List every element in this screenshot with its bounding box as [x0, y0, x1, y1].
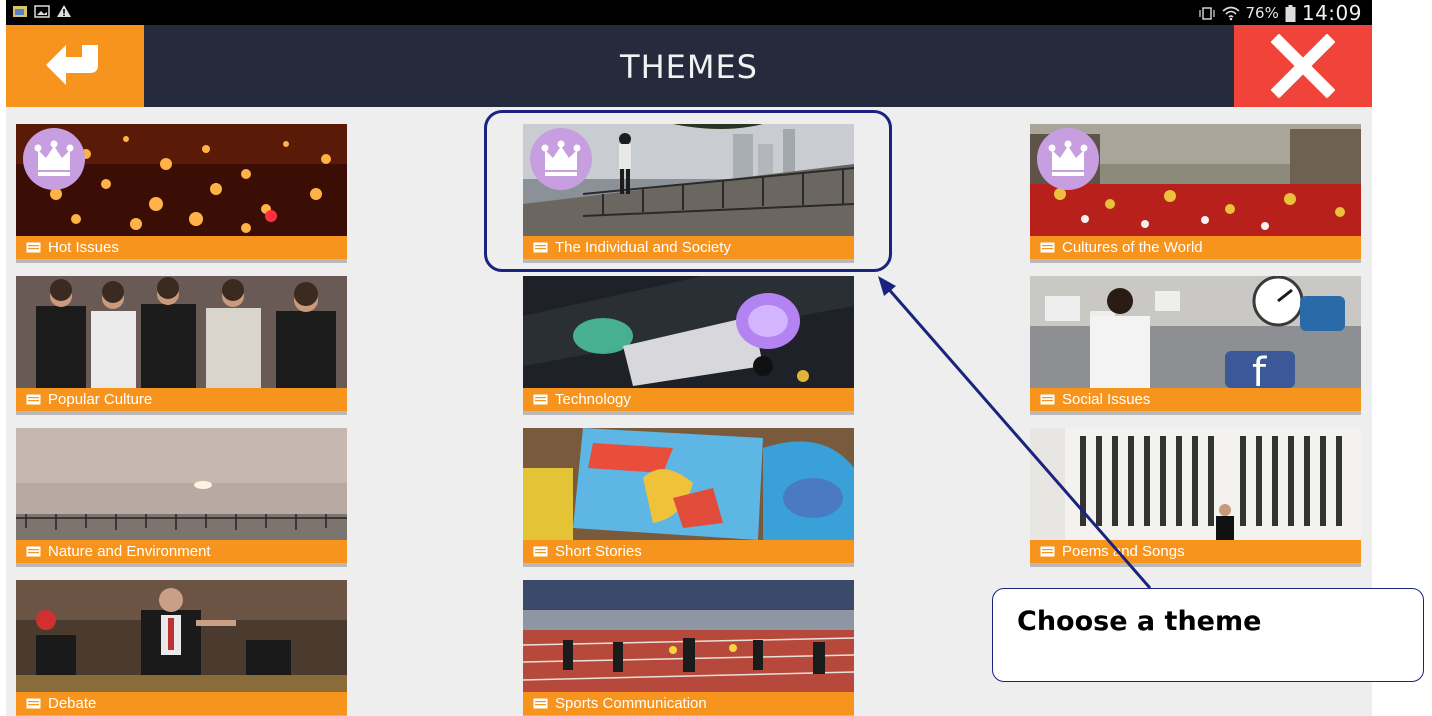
book-icon: [26, 242, 41, 253]
crown-icon: [23, 128, 85, 190]
theme-label-bar: Debate: [16, 692, 347, 715]
gallery-notification-icon: [13, 6, 27, 17]
theme-tile-short-stories[interactable]: Short Stories: [523, 428, 854, 567]
theme-tile-cultures-of-the-world[interactable]: Cultures of the World: [1030, 124, 1361, 263]
book-icon: [1040, 546, 1055, 557]
book-icon: [1040, 394, 1055, 405]
theme-tile-technology[interactable]: Technology: [523, 276, 854, 415]
theme-label-bar: Cultures of the World: [1030, 236, 1361, 259]
theme-tile-poems-and-songs[interactable]: Poems and Songs: [1030, 428, 1361, 567]
close-icon: [1271, 34, 1335, 98]
theme-image: f: [1030, 276, 1361, 388]
theme-label: Short Stories: [555, 543, 642, 560]
theme-label-bar: The Individual and Society: [523, 236, 854, 259]
book-icon: [26, 546, 41, 557]
tile-shadow: [1030, 411, 1361, 415]
tile-shadow: [523, 411, 854, 415]
status-bar: 76% 14:09: [6, 0, 1372, 25]
tile-shadow: [523, 259, 854, 263]
theme-label-bar: Sports Communication: [523, 692, 854, 715]
theme-label-bar: Social Issues: [1030, 388, 1361, 411]
book-icon: [533, 698, 548, 709]
tile-shadow: [1030, 259, 1361, 263]
theme-tile-popular-culture[interactable]: Popular Culture: [16, 276, 347, 415]
theme-image: [1030, 428, 1361, 540]
theme-tile-sports-communication[interactable]: Sports Communication: [523, 580, 854, 716]
theme-label: Debate: [48, 695, 97, 712]
tile-shadow: [1030, 563, 1361, 567]
theme-label: Popular Culture: [48, 391, 153, 408]
theme-label-bar: Popular Culture: [16, 388, 347, 411]
theme-label: Sports Communication: [555, 695, 707, 712]
battery-percent: 76%: [1245, 4, 1279, 22]
svg-text:f: f: [1252, 350, 1267, 388]
book-icon: [1040, 242, 1055, 253]
book-icon: [533, 242, 548, 253]
app-header: THEMES: [6, 25, 1372, 107]
theme-tile-social-issues[interactable]: f Social Issues: [1030, 276, 1361, 415]
theme-label: Technology: [555, 391, 631, 408]
theme-image: [16, 276, 347, 388]
theme-label-bar: Technology: [523, 388, 854, 411]
theme-label-bar: Hot Issues: [16, 236, 347, 259]
book-icon: [533, 394, 548, 405]
crown-icon: [530, 128, 592, 190]
theme-label: The Individual and Society: [555, 239, 731, 256]
crown-icon: [1037, 128, 1099, 190]
theme-image: [523, 580, 854, 692]
theme-label: Cultures of the World: [1062, 239, 1203, 256]
theme-image: [523, 276, 854, 388]
instruction-callout: Choose a theme: [992, 588, 1424, 682]
vibrate-icon: [1198, 7, 1215, 20]
tile-shadow: [16, 563, 347, 567]
theme-label-bar: Nature and Environment: [16, 540, 347, 563]
book-icon: [26, 698, 41, 709]
tile-shadow: [16, 259, 347, 263]
theme-label: Nature and Environment: [48, 543, 211, 560]
tile-shadow: [16, 411, 347, 415]
book-icon: [533, 546, 548, 557]
theme-tile-debate[interactable]: Debate: [16, 580, 347, 716]
clock: 14:09: [1301, 1, 1362, 25]
theme-tile-hot-issues[interactable]: Hot Issues: [16, 124, 347, 263]
theme-label: Hot Issues: [48, 239, 119, 256]
callout-text: Choose a theme: [1017, 606, 1262, 637]
theme-image: [16, 580, 347, 692]
warning-icon: [57, 5, 71, 17]
close-button[interactable]: [1234, 25, 1372, 107]
theme-image: [16, 428, 347, 540]
theme-label: Poems and Songs: [1062, 543, 1185, 560]
theme-label-bar: Poems and Songs: [1030, 540, 1361, 563]
page-title: THEMES: [620, 48, 758, 86]
theme-tile-individual-and-society[interactable]: The Individual and Society: [523, 124, 854, 263]
theme-label-bar: Short Stories: [523, 540, 854, 563]
book-icon: [26, 394, 41, 405]
theme-label: Social Issues: [1062, 391, 1151, 408]
tile-shadow: [523, 563, 854, 567]
theme-image: [523, 428, 854, 540]
image-notification-icon: [34, 5, 50, 18]
theme-tile-nature-and-environment[interactable]: Nature and Environment: [16, 428, 347, 567]
wifi-icon: [1221, 6, 1240, 21]
battery-icon: [1285, 4, 1296, 22]
